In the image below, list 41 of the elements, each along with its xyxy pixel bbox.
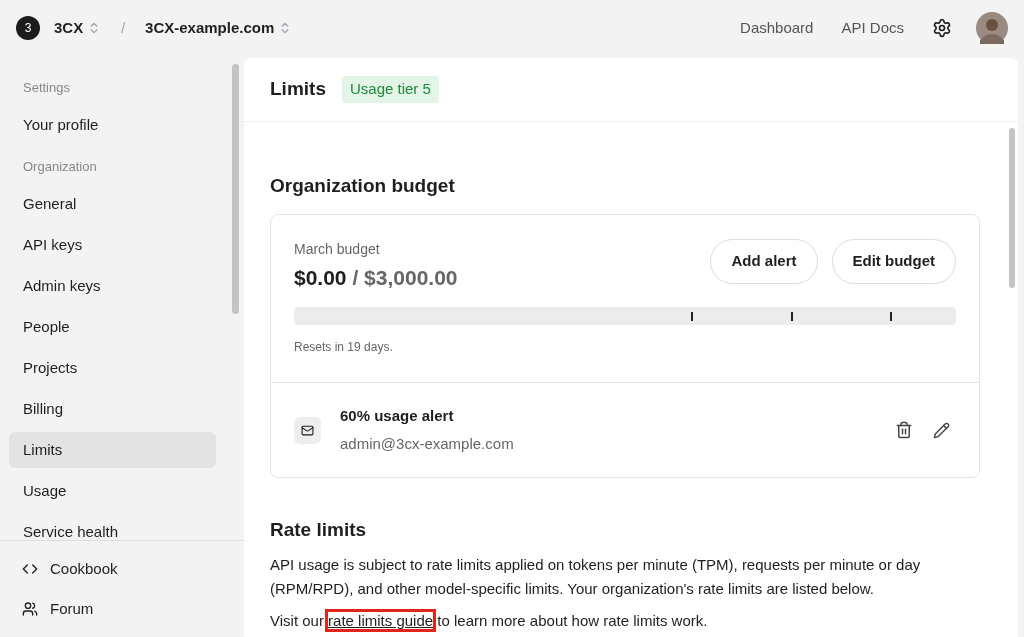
footer-link[interactable]: Forum	[22, 589, 244, 629]
guide-link[interactable]: rate limits guide	[328, 611, 434, 629]
edit-icon[interactable]	[933, 421, 950, 439]
sidebar-item[interactable]: Service health	[9, 514, 216, 540]
section-heading: Organization	[22, 158, 98, 177]
code-icon	[22, 561, 38, 577]
scrollbar[interactable]	[232, 64, 239, 314]
alert-email: admin@3cx-example.com	[340, 433, 515, 454]
sidebar-item[interactable]: Billing	[9, 391, 216, 427]
breadcrumb-separator: /	[121, 18, 126, 38]
sidebar-item[interactable]: General	[9, 186, 216, 222]
sidebar-item[interactable]: Admin keys	[9, 268, 216, 304]
delete-icon[interactable]	[895, 421, 913, 439]
sidebar-item[interactable]: Limits	[9, 432, 216, 468]
footer-link[interactable]: Cookbook	[22, 549, 244, 589]
org-avatar: 3	[16, 16, 40, 40]
nav-link[interactable]: API Docs	[841, 16, 904, 40]
sidebar-item[interactable]: People	[9, 309, 216, 345]
sidebar-item[interactable]: Your profile	[9, 107, 216, 143]
section-heading: Rate limits	[270, 518, 368, 542]
scrollbar[interactable]	[1009, 128, 1015, 288]
nav-link[interactable]: Dashboard	[740, 16, 814, 40]
tier-badge: Usage tier 5	[341, 76, 439, 103]
sidebar-item[interactable]: Usage	[9, 473, 216, 509]
reset-note: Resets in 19 days.	[294, 339, 394, 356]
sidebar-item[interactable]: API keys	[9, 227, 216, 263]
sidebar-item[interactable]: Projects	[9, 350, 216, 386]
budget-amount: $0.00 / $3,000.00	[294, 264, 458, 291]
section-heading: Organization budget	[270, 174, 456, 198]
project-switcher[interactable]: 3CX-example.com	[145, 16, 293, 40]
alert-title: 60% usage alert	[340, 406, 455, 426]
budget-label: March budget	[294, 239, 381, 259]
avatar-icon[interactable]	[976, 12, 1008, 44]
mail-icon	[294, 416, 321, 444]
guide-sentence: Visit our rate limits guide to learn more about how rate limits work.	[270, 608, 980, 633]
rate-limits-paragraph: API usage is subject to rate limits applied on tokens per minute (TPM), requests per minute or day (RPM/RPD), and other model-specific limits. Your organization's rate limits are listed below.	[270, 554, 922, 599]
section-heading: Settings	[22, 79, 71, 98]
page-title: Limits	[270, 77, 326, 102]
org-switcher[interactable]: 3CX	[54, 16, 102, 40]
settings-icon[interactable]	[932, 18, 952, 38]
people-icon	[22, 601, 38, 617]
